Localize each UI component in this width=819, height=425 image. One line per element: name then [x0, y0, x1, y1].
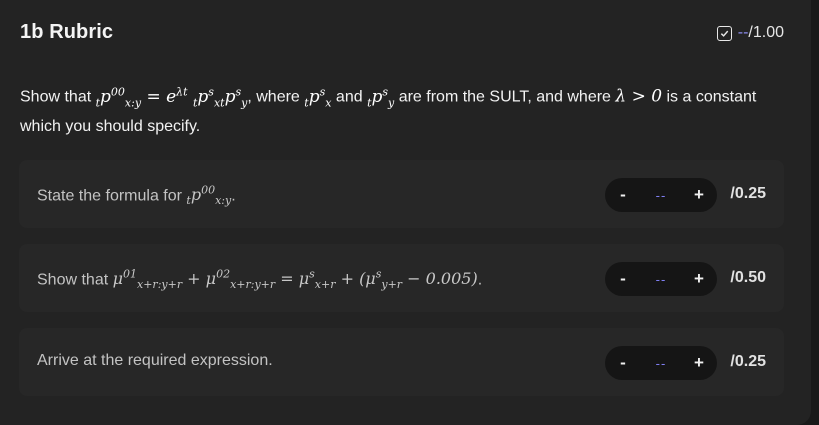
increment-button[interactable]: +: [693, 353, 705, 373]
score-stepper: - -- +: [605, 346, 717, 380]
math-expression: tpsx: [304, 85, 332, 110]
decrement-button[interactable]: -: [617, 353, 629, 373]
checkbox-check-icon[interactable]: [716, 25, 732, 41]
score-value[interactable]: --: [656, 356, 667, 371]
criterion-max: /0.50: [730, 269, 766, 286]
total-score-value: --: [737, 24, 749, 41]
criterion-label: Show that μ01x+r:y+r + μ02x+r:y+r = μsx+…: [37, 268, 483, 292]
score-stepper: - -- +: [605, 178, 717, 212]
math-expression: λ > 0: [615, 86, 663, 107]
decrement-button[interactable]: -: [617, 185, 629, 205]
criterion-row: Show that μ01x+r:y+r + μ02x+r:y+r = μsx+…: [19, 244, 784, 312]
math-expression: tpsy: [367, 85, 395, 110]
math-expression: tp00x:y = eλt tpsxtpsy: [95, 85, 248, 110]
rubric-title: 1b Rubric: [20, 21, 114, 43]
total-score: --/1.00: [716, 24, 784, 42]
score-stepper: - -- +: [605, 262, 717, 296]
score-value[interactable]: --: [656, 188, 667, 203]
question-text: Show that tp00x:y = eλt tpsxtpsy, where …: [20, 85, 757, 136]
rubric-panel: 1b Rubric --/1.00 Show that tp00x:y = eλ…: [0, 0, 811, 425]
decrement-button[interactable]: -: [617, 269, 629, 289]
increment-button[interactable]: +: [693, 269, 705, 289]
criterion-row: Arrive at the required expression. - -- …: [19, 328, 784, 396]
total-score-max: /1.00: [748, 24, 784, 41]
score-value[interactable]: --: [656, 272, 667, 287]
criterion-label: Arrive at the required expression.: [37, 352, 273, 369]
criterion-max: /0.25: [730, 185, 766, 202]
criterion-row: State the formula for tp00x:y. - -- + /0…: [19, 160, 784, 228]
criterion-max: /0.25: [730, 353, 766, 370]
increment-button[interactable]: +: [693, 185, 705, 205]
criterion-label: State the formula for tp00x:y.: [37, 184, 236, 208]
